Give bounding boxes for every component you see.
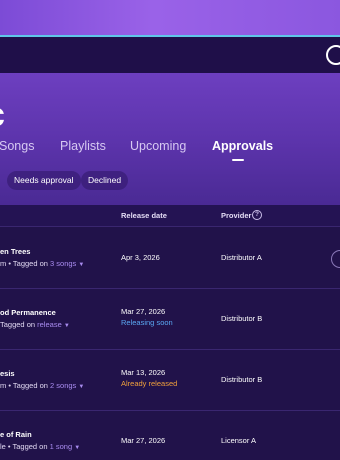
- tab-playlists[interactable]: Playlists: [60, 139, 106, 153]
- release-date: Mar 13, 2026: [121, 368, 166, 377]
- search-icon[interactable]: [326, 45, 340, 65]
- tagged-release-link[interactable]: release: [37, 320, 62, 329]
- tagged-songs-link[interactable]: 3 songs: [50, 259, 76, 268]
- release-subtitle: le • Tagged on 1 song ▼: [0, 442, 80, 451]
- filter-chip-declined[interactable]: Declined: [81, 171, 129, 190]
- table-row[interactable]: od Permanence Tagged on release ▼ Mar 27…: [0, 289, 340, 350]
- release-date: Mar 27, 2026: [121, 307, 166, 316]
- release-date: Apr 3, 2026: [121, 253, 160, 262]
- release-subtitle: m • Tagged on 3 songs ▼: [0, 259, 84, 268]
- chevron-down-icon[interactable]: ▼: [64, 323, 70, 329]
- filter-chip-needs-approval[interactable]: Needs approval: [7, 171, 81, 190]
- tagged-on-text: m • Tagged on: [0, 259, 48, 268]
- chevron-down-icon[interactable]: ▼: [78, 262, 84, 268]
- page-title: c: [0, 95, 5, 135]
- top-navbar: [0, 37, 340, 73]
- table-row[interactable]: e of Rain le • Tagged on 1 song ▼ Mar 27…: [0, 411, 340, 460]
- tagged-songs-link[interactable]: 2 songs: [50, 381, 76, 390]
- info-icon[interactable]: ?: [252, 210, 262, 220]
- release-status: Already released: [121, 379, 178, 388]
- release-subtitle: m • Tagged on 2 songs ▼: [0, 381, 84, 390]
- release-title[interactable]: od Permanence: [0, 308, 56, 317]
- provider-name: Distributor B: [221, 314, 263, 323]
- tagged-on-text: m • Tagged on: [0, 381, 48, 390]
- active-tab-indicator: [232, 159, 244, 161]
- column-header-release-date[interactable]: Release date: [121, 211, 167, 220]
- release-title[interactable]: esis: [0, 369, 15, 378]
- provider-name: Distributor A: [221, 253, 262, 262]
- release-date: Mar 27, 2026: [121, 436, 166, 445]
- chevron-down-icon[interactable]: ▼: [74, 445, 80, 451]
- page-header: c Songs Playlists Upcoming Approvals Nee…: [0, 73, 340, 205]
- release-subtitle: Tagged on release ▼: [0, 320, 70, 329]
- provider-name: Licensor A: [221, 436, 257, 445]
- top-gradient-band: [0, 0, 340, 36]
- column-header-provider[interactable]: Provider: [221, 211, 251, 220]
- tagged-songs-link[interactable]: 1 song: [50, 442, 73, 451]
- tagged-on-text: le • Tagged on: [0, 442, 48, 451]
- row-action-button[interactable]: [331, 250, 340, 268]
- tagged-on-text: Tagged on: [0, 320, 36, 329]
- tab-songs[interactable]: Songs: [0, 139, 34, 153]
- table-row[interactable]: esis m • Tagged on 2 songs ▼ Mar 13, 202…: [0, 350, 340, 411]
- tab-approvals[interactable]: Approvals: [212, 139, 273, 153]
- tab-upcoming[interactable]: Upcoming: [130, 139, 186, 153]
- release-title[interactable]: en Trees: [0, 247, 30, 256]
- table-header: Release date Provider ?: [0, 205, 340, 227]
- tab-bar: Songs Playlists Upcoming Approvals: [0, 137, 340, 165]
- release-title[interactable]: e of Rain: [0, 430, 32, 439]
- release-status: Releasing soon: [121, 318, 173, 327]
- table-row[interactable]: en Trees m • Tagged on 3 songs ▼ Apr 3, …: [0, 228, 340, 289]
- chevron-down-icon[interactable]: ▼: [78, 384, 84, 390]
- provider-name: Distributor B: [221, 375, 263, 384]
